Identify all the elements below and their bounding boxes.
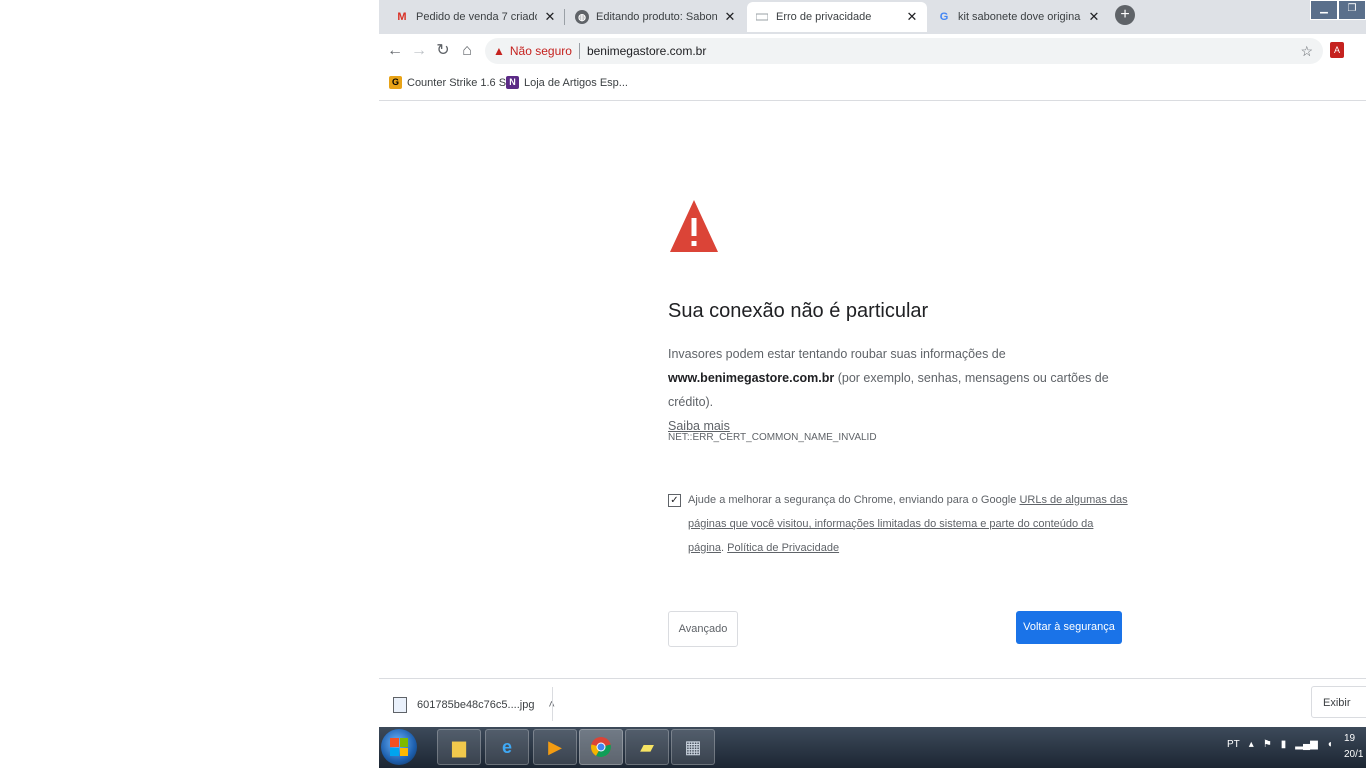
system-tray: PT ▴ ⚑ ▮ ▂▄▆ ◖ <box>1227 739 1333 750</box>
image-file-icon <box>393 697 407 713</box>
bookmark-counter-strike[interactable]: G Counter Strike 1.6 S... <box>389 76 515 89</box>
chrome-taskbar-button[interactable] <box>579 729 623 765</box>
start-button[interactable] <box>381 729 417 765</box>
tab-title: Erro de privacidade <box>776 11 872 23</box>
windows-taskbar: ▆ e ▶ ▰ ▦ PT ▴ ⚑ ▮ ▂▄▆ ◖ 19 20/1 <box>379 727 1366 768</box>
minimize-button[interactable]: ▁ <box>1310 0 1338 20</box>
security-status[interactable]: Não seguro <box>510 44 572 58</box>
safe-browsing-optin: ✓ Ajude a melhorar a segurança do Chrome… <box>668 488 1128 560</box>
ie-taskbar-button[interactable]: e <box>485 729 529 765</box>
warning-triangle-icon <box>670 200 718 252</box>
description-text: Invasores podem estar tentando roubar su… <box>668 347 1006 361</box>
close-icon[interactable]: ✕ <box>723 9 737 25</box>
forward-icon[interactable]: → <box>409 41 429 61</box>
gmail-icon: M <box>397 11 407 23</box>
bookmarks-bar: G Counter Strike 1.6 S... N Loja de Arti… <box>379 68 1366 101</box>
clock[interactable]: 19 20/1 <box>1344 731 1363 763</box>
tab-title: Editando produto: Sabonete Dov <box>596 11 717 23</box>
optin-label: Ajude a melhorar a segurança do Chrome, … <box>688 494 1128 554</box>
pdf-extension-icon[interactable]: A <box>1330 42 1344 58</box>
tab-privacy-error[interactable]: Erro de privacidade ✕ <box>747 2 927 32</box>
show-hidden-icons[interactable]: ▴ <box>1249 739 1254 750</box>
show-all-downloads-button[interactable]: Exibir todos <box>1311 686 1366 741</box>
maximize-button[interactable]: ❐ <box>1338 0 1366 20</box>
internet-explorer-icon: e <box>501 736 512 757</box>
tab-title: kit sabonete dove original 90g 6 <box>958 11 1081 23</box>
store-icon: N <box>506 76 519 89</box>
tab-gmail[interactable]: M Pedido de venda 7 criado - beni ✕ <box>387 2 565 32</box>
error-code[interactable]: NET::ERR_CERT_COMMON_NAME_INVALID <box>668 432 877 443</box>
close-icon[interactable]: ✕ <box>905 9 919 25</box>
back-icon[interactable]: ← <box>385 41 405 61</box>
optin-checkbox[interactable]: ✓ <box>668 494 681 507</box>
cs-icon: G <box>389 76 402 89</box>
interstitial-content: Sua conexão não é particular Invasores p… <box>668 196 1138 647</box>
bookmark-star-icon[interactable]: ☆ <box>1300 43 1313 60</box>
window-controls: ▁ ❐ <box>1310 0 1366 20</box>
media-player-taskbar-button[interactable]: ▶ <box>533 729 577 765</box>
media-player-icon: ▶ <box>548 736 562 757</box>
calculator-icon: ▦ <box>684 736 702 757</box>
bookmark-loja[interactable]: N Loja de Artigos Esp... <box>506 76 628 89</box>
domain-text: www.benimegastore.com.br <box>668 371 835 385</box>
close-icon[interactable]: ✕ <box>543 9 557 25</box>
sticky-notes-icon: ▰ <box>640 736 654 757</box>
google-icon: G <box>939 11 949 23</box>
action-center-flag-icon[interactable]: ⚑ <box>1263 739 1272 750</box>
globe-icon: ◍ <box>575 10 589 24</box>
language-indicator[interactable]: PT <box>1227 739 1240 750</box>
tab-editing-product[interactable]: ◍ Editando produto: Sabonete Dov ✕ <box>567 2 745 32</box>
tab-title: Pedido de venda 7 criado - beni <box>416 11 537 23</box>
calculator-taskbar-button[interactable]: ▦ <box>671 729 715 765</box>
notes-taskbar-button[interactable]: ▰ <box>625 729 669 765</box>
error-description: Invasores podem estar tentando roubar su… <box>668 342 1128 438</box>
power-icon[interactable]: ▮ <box>1281 739 1287 750</box>
folder-icon: ▆ <box>452 736 466 757</box>
download-item[interactable]: 601785be48c76c5....jpg ˄ <box>393 697 555 713</box>
chrome-window: M Pedido de venda 7 criado - beni ✕ ◍ Ed… <box>379 0 1366 741</box>
network-signal-icon[interactable]: ▂▄▆ <box>1295 739 1317 750</box>
chrome-icon <box>591 737 611 757</box>
page-icon <box>755 10 769 24</box>
new-tab-button[interactable]: + <box>1115 5 1135 25</box>
warning-icon[interactable]: ▲ <box>493 44 505 58</box>
home-icon[interactable]: ⌂ <box>457 41 477 61</box>
downloads-bar: 601785be48c76c5....jpg ˄ Exibir todos <box>379 678 1366 741</box>
desktop-blank-area <box>0 0 379 727</box>
download-filename: 601785be48c76c5....jpg <box>417 699 535 711</box>
tab-google-search[interactable]: G kit sabonete dove original 90g 6 ✕ <box>929 2 1109 32</box>
bookmark-label: Loja de Artigos Esp... <box>524 76 628 89</box>
learn-more-link[interactable]: Saiba mais <box>668 419 730 433</box>
toolbar: ← → ↻ ⌂ ▲ Não seguro benimegastore.com.b… <box>379 34 1366 68</box>
address-bar[interactable]: ▲ Não seguro benimegastore.com.br ☆ <box>485 38 1323 64</box>
back-to-safety-button[interactable]: Voltar à segurança <box>1016 611 1122 644</box>
url-text[interactable]: benimegastore.com.br <box>587 44 706 58</box>
close-icon[interactable]: ✕ <box>1087 9 1101 25</box>
explorer-taskbar-button[interactable]: ▆ <box>437 729 481 765</box>
clock-time: 19 <box>1344 733 1356 744</box>
clock-date: 20/1 <box>1344 749 1364 760</box>
tab-strip: M Pedido de venda 7 criado - beni ✕ ◍ Ed… <box>379 0 1366 34</box>
page-title: Sua conexão não é particular <box>668 300 929 322</box>
advanced-button[interactable]: Avançado <box>668 611 738 647</box>
bookmark-label: Counter Strike 1.6 S... <box>407 76 516 89</box>
privacy-policy-link[interactable]: Política de Privacidade <box>727 542 839 554</box>
volume-icon[interactable]: ◖ <box>1327 739 1333 750</box>
windows-logo-icon <box>390 738 408 756</box>
reload-icon[interactable]: ↻ <box>433 41 453 61</box>
